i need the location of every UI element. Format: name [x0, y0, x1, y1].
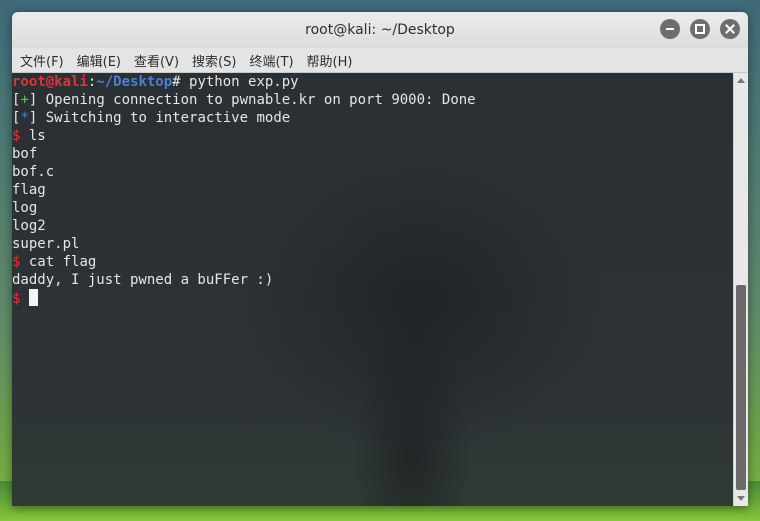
- menu-help[interactable]: 帮助(H): [305, 51, 362, 70]
- ls-output-line: log2: [12, 218, 46, 234]
- output-text: Switching to interactive mode: [37, 110, 291, 126]
- terminal-window: root@kali: ~/Desktop 文件(F) 编辑(E) 查看(V) 搜…: [12, 12, 748, 506]
- title-bar[interactable]: root@kali: ~/Desktop: [12, 12, 748, 48]
- status-star: *: [20, 110, 29, 126]
- output-text: Opening connection to pwnable.kr on port…: [37, 92, 476, 108]
- ls-command-line: $ ls: [12, 127, 734, 145]
- vertical-scrollbar[interactable]: [733, 73, 748, 506]
- ls-output-line: log: [12, 200, 38, 216]
- menu-bar: 文件(F) 编辑(E) 查看(V) 搜索(S) 终端(T) 帮助(H): [12, 48, 748, 73]
- flag-output-line: daddy, I just pwned a buFFer :): [12, 272, 274, 288]
- text-cursor: [28, 289, 38, 306]
- command-text: cat flag: [20, 254, 97, 270]
- output-line: [*] Switching to interactive mode: [12, 109, 734, 127]
- ls-output-line: bof: [12, 146, 38, 162]
- maximize-icon[interactable]: [690, 19, 710, 39]
- scroll-thumb[interactable]: [736, 285, 746, 490]
- menu-terminal[interactable]: 终端(T): [247, 51, 302, 70]
- cat-command-line: $ cat flag: [12, 253, 734, 271]
- window-controls: [660, 19, 740, 39]
- scroll-down-icon[interactable]: [734, 492, 748, 506]
- menu-view[interactable]: 查看(V): [132, 51, 188, 70]
- scroll-up-icon[interactable]: [734, 73, 748, 87]
- terminal-output[interactable]: root@kali:~/Desktop# python exp.py [+] O…: [12, 73, 734, 506]
- dollar-prompt: $: [12, 291, 29, 307]
- command-text: ls: [20, 128, 46, 144]
- minimize-icon[interactable]: [660, 19, 680, 39]
- menu-search[interactable]: 搜索(S): [190, 51, 245, 70]
- menu-file[interactable]: 文件(F): [18, 51, 73, 70]
- window-title: root@kali: ~/Desktop: [305, 22, 455, 38]
- menu-edit[interactable]: 编辑(E): [75, 51, 130, 70]
- ls-output-line: bof.c: [12, 164, 55, 180]
- status-plus: +: [20, 92, 29, 108]
- prompt-user: root@kali: [12, 74, 88, 90]
- ls-output-line: flag: [12, 182, 46, 198]
- scroll-track[interactable]: [735, 89, 747, 490]
- ls-output-line: super.pl: [12, 236, 80, 252]
- prompt-line: root@kali:~/Desktop# python exp.py: [12, 73, 734, 91]
- prompt-path: ~/Desktop: [96, 74, 173, 90]
- output-line: [+] Opening connection to pwnable.kr on …: [12, 91, 734, 109]
- command-text: python exp.py: [180, 74, 299, 90]
- input-line[interactable]: $: [12, 289, 734, 307]
- prompt-hash: #: [172, 74, 181, 90]
- close-icon[interactable]: [720, 19, 740, 39]
